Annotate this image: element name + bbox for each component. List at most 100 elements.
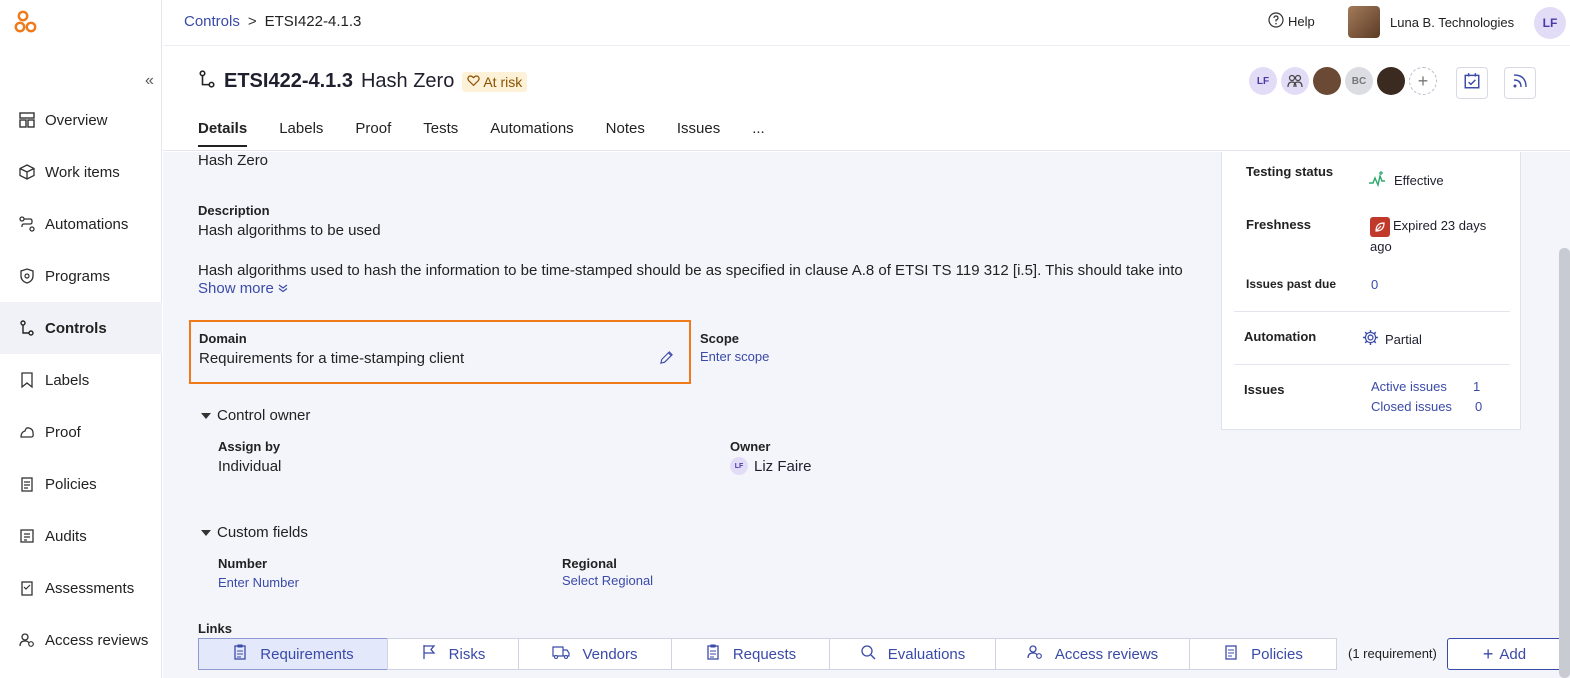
domain-field[interactable]: Domain Requirements for a time-stamping …: [189, 320, 691, 384]
sidebar-item-audits[interactable]: Audits: [0, 510, 162, 562]
app-logo-icon[interactable]: [14, 10, 40, 36]
active-issues-count[interactable]: 1: [1473, 379, 1480, 394]
tab-issues[interactable]: Issues: [677, 120, 720, 147]
status-label: At risk: [483, 73, 523, 90]
links-tab-label: Vendors: [582, 645, 638, 663]
domain-label: Domain: [199, 331, 247, 346]
help-button[interactable]: Help: [1268, 12, 1315, 31]
freshness-label: Freshness: [1246, 217, 1312, 232]
sidebar-nav: Overview Work items Automations Programs…: [0, 94, 162, 666]
sidebar-item-overview[interactable]: Overview: [0, 94, 162, 146]
description-long-text: Hash algorithms used to hash the informa…: [198, 262, 1183, 279]
links-tab-requests[interactable]: Requests: [671, 638, 830, 670]
sidebar-item-label: Access reviews: [45, 631, 149, 649]
show-more-button[interactable]: Show more: [198, 280, 288, 297]
sidebar-item-labels[interactable]: Labels: [0, 354, 162, 406]
active-issues-link[interactable]: Active issues: [1371, 379, 1447, 394]
pulse-icon: [1368, 170, 1386, 191]
tab-tests[interactable]: Tests: [423, 120, 458, 147]
regional-select[interactable]: Select Regional: [562, 573, 653, 588]
breadcrumb-separator: >: [247, 13, 257, 30]
sidebar-item-proof[interactable]: Proof: [0, 406, 162, 458]
breadcrumb-controls-link[interactable]: Controls: [184, 13, 240, 30]
avatar[interactable]: [1377, 67, 1405, 95]
links-tab-evaluations[interactable]: Evaluations: [829, 638, 996, 670]
control-owner-toggle[interactable]: Control owner: [201, 407, 310, 424]
access-reviews-icon: [18, 631, 36, 649]
tab-notes[interactable]: Notes: [606, 120, 645, 147]
gear-icon: [1362, 329, 1379, 349]
help-label: Help: [1288, 14, 1315, 29]
sidebar-item-label: Proof: [45, 423, 81, 441]
tab-labels[interactable]: Labels: [279, 120, 323, 147]
custom-fields-toggle[interactable]: Custom fields: [201, 524, 308, 541]
status-badge: At risk: [462, 71, 528, 92]
closed-issues-link[interactable]: Closed issues: [1371, 399, 1452, 414]
scope-label: Scope: [700, 331, 740, 346]
scrollbar[interactable]: [1559, 248, 1570, 678]
details-content: Hash Zero Description Hash algorithms to…: [163, 152, 1570, 678]
panel-divider: [1234, 364, 1510, 365]
expired-leaf-icon: [1370, 216, 1390, 237]
tab-proof[interactable]: Proof: [355, 120, 391, 147]
policies-icon: [18, 475, 36, 493]
sidebar-item-label: Controls: [45, 319, 107, 337]
number-input[interactable]: Enter Number: [218, 575, 299, 590]
control-icon: [198, 70, 216, 93]
sidebar-item-policies[interactable]: Policies: [0, 458, 162, 510]
control-tabs: Details Labels Proof Tests Automations N…: [198, 120, 765, 147]
sidebar-item-programs[interactable]: Programs: [0, 250, 162, 302]
flag-icon: [421, 644, 437, 664]
org-switcher[interactable]: Luna B. Technologies: [1348, 6, 1514, 38]
calendar-icon: [1463, 72, 1481, 95]
feed-button[interactable]: [1504, 67, 1536, 99]
pencil-icon[interactable]: [659, 350, 674, 370]
add-label: Add: [1499, 645, 1527, 663]
owner-value[interactable]: LF Liz Faire: [730, 457, 812, 475]
sidebar-item-assessments[interactable]: Assessments: [0, 562, 162, 614]
breadcrumb: Controls > ETSI422-4.1.3: [184, 13, 361, 30]
heart-icon: [467, 74, 481, 90]
avatar[interactable]: BC: [1345, 67, 1373, 95]
sidebar-item-work-items[interactable]: Work items: [0, 146, 162, 198]
avatar[interactable]: [1313, 67, 1341, 95]
links-tab-label: Access reviews: [1054, 645, 1159, 663]
sidebar-item-label: Overview: [45, 111, 108, 129]
assessments-icon: [18, 579, 36, 597]
issues-past-due-value[interactable]: 0: [1371, 277, 1378, 292]
tab-more[interactable]: ...: [752, 120, 765, 147]
avatar[interactable]: LF: [1249, 67, 1277, 95]
links-tab-label: Requests: [732, 645, 797, 663]
issues-past-due-label: Issues past due: [1246, 277, 1337, 291]
control-title: ETSI422-4.1.3 Hash Zero At risk: [198, 70, 528, 93]
sidebar-item-controls[interactable]: Controls: [0, 302, 162, 354]
owner-label: Owner: [730, 439, 771, 454]
tab-details[interactable]: Details: [198, 120, 248, 147]
calendar-button[interactable]: [1456, 67, 1488, 99]
links-tab-vendors[interactable]: Vendors: [518, 638, 672, 670]
sidebar-item-automations[interactable]: Automations: [0, 198, 162, 250]
status-panel: Testing status Effective Freshness Expir…: [1221, 152, 1521, 430]
add-collaborator-icon[interactable]: +: [1409, 67, 1437, 95]
add-link-button[interactable]: + Add: [1447, 638, 1562, 670]
collapse-sidebar-icon[interactable]: «: [145, 72, 154, 90]
audits-icon: [18, 527, 36, 545]
closed-issues-count[interactable]: 0: [1475, 399, 1482, 414]
testing-status-text: Effective: [1394, 173, 1444, 188]
sidebar-item-access-reviews[interactable]: Access reviews: [0, 614, 162, 666]
user-avatar[interactable]: LF: [1534, 7, 1566, 39]
links-tab-policies[interactable]: Policies: [1189, 638, 1337, 670]
number-label: Number: [218, 556, 268, 571]
name-value: Hash Zero: [198, 152, 269, 169]
scope-input[interactable]: Enter scope: [700, 349, 769, 364]
caret-down-icon: [201, 412, 211, 419]
box-icon: [18, 163, 36, 181]
links-tab-access-reviews[interactable]: Access reviews: [995, 638, 1190, 670]
tab-automations[interactable]: Automations: [490, 120, 573, 147]
links-tab-requirements[interactable]: Requirements: [198, 638, 388, 670]
links-tab-label: Requirements: [260, 645, 354, 663]
caret-down-icon: [201, 529, 211, 536]
owner-name: Liz Faire: [754, 457, 812, 475]
team-avatar[interactable]: [1281, 67, 1309, 95]
links-tab-risks[interactable]: Risks: [387, 638, 519, 670]
